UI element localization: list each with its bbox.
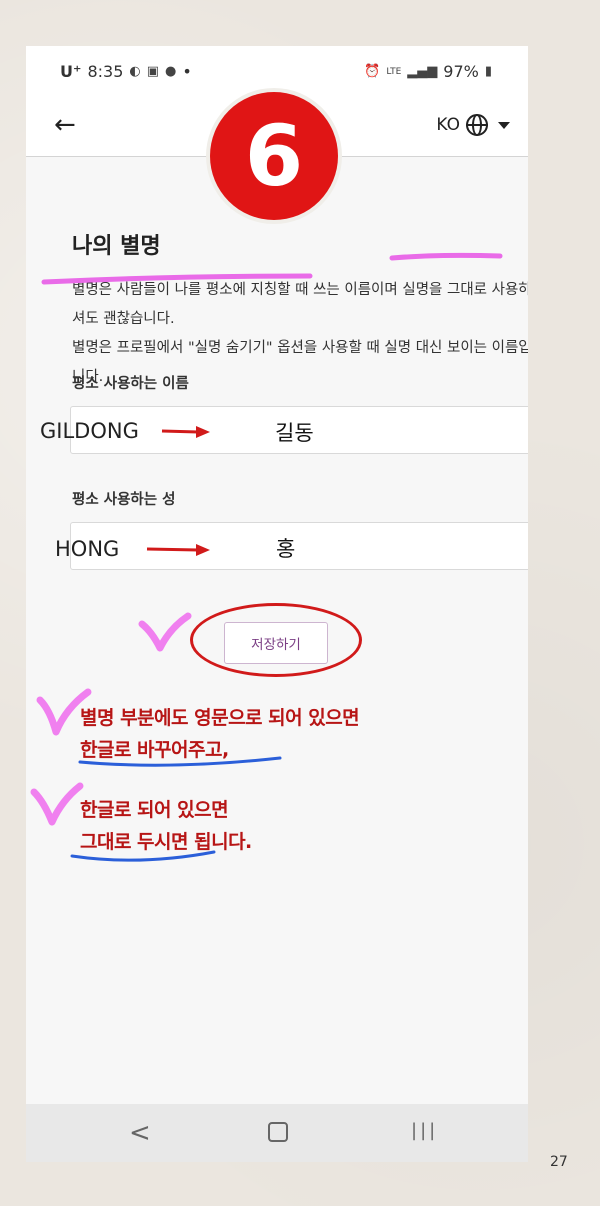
note-1-line-1: 별명 부분에도 영문으로 되어 있으면 [80,707,360,729]
save-button-highlight-circle [190,603,362,677]
arrow-right-icon-1 [161,426,210,438]
check-mark-3 [30,782,84,826]
note-1-line-2: 한글로 바꾸어주고, [80,739,229,761]
last-name-english-annotation: HONG [55,537,120,561]
note-2-line-1: 한글로 되어 있으면 [80,799,229,821]
arrow-right-icon-2 [146,544,210,556]
highlight-stroke-1 [389,252,503,261]
instruction-note-1: 별명 부분에도 영문으로 되어 있으면 한글로 바꾸어주고, [80,702,360,766]
highlight-stroke-2 [41,273,313,285]
instruction-note-2: 한글로 되어 있으면 그대로 두시면 됩니다. [80,794,252,858]
page-number: 27 [550,1154,568,1170]
highlight-overlay [30,252,503,862]
note-2-line-2: 그대로 두시면 됩니다. [80,831,252,853]
first-name-english-annotation: GILDONG [40,419,139,443]
check-mark-1 [138,612,192,652]
